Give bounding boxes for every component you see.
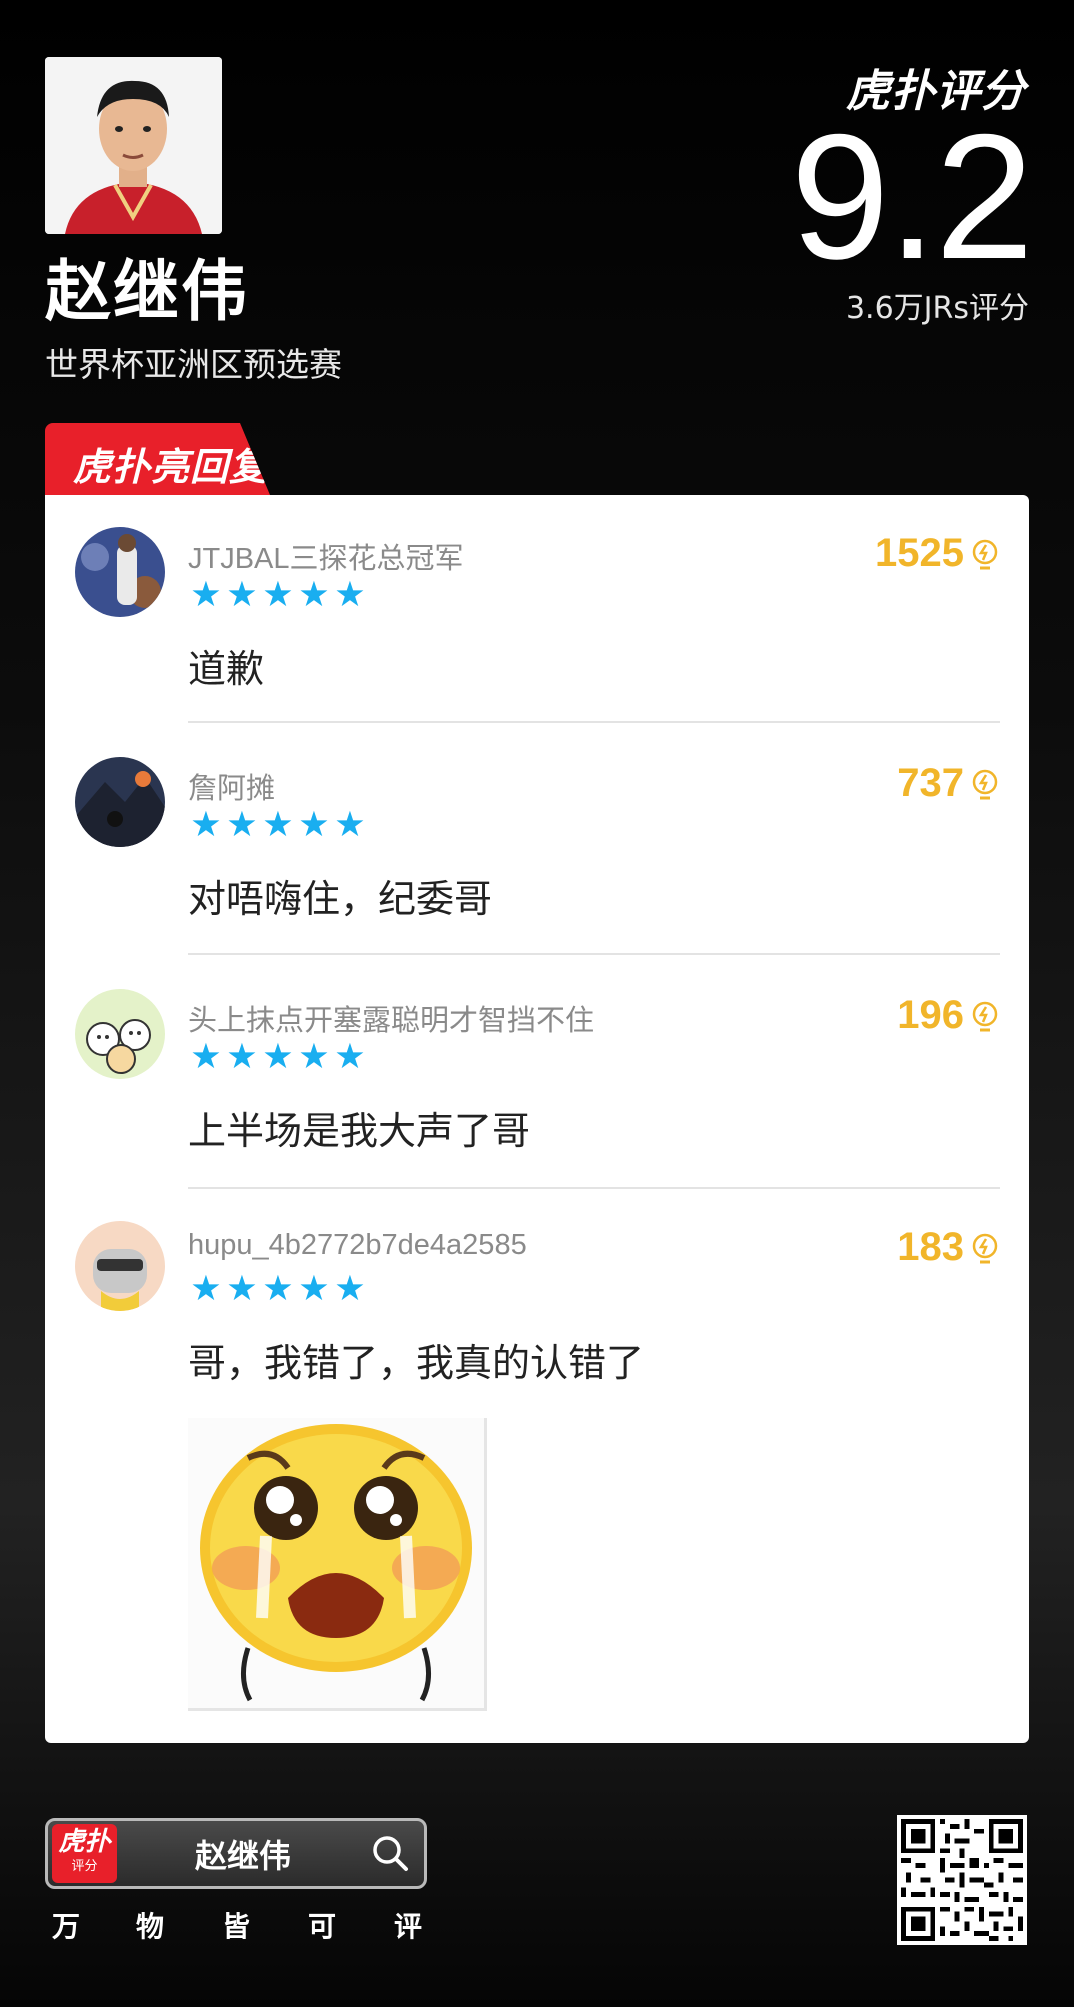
star-icon: ★	[226, 805, 258, 845]
slogan-char: 评	[394, 1910, 423, 1943]
like-count: 1525	[875, 531, 964, 575]
star-icon: ★	[190, 1269, 222, 1309]
star-icon: ★	[298, 805, 330, 845]
qr-code-icon[interactable]	[897, 1815, 1027, 1945]
star-icon: ★	[190, 575, 222, 615]
comment-item[interactable]: 头上抹点开塞露聪明才智挡不住 ★ ★ ★ ★ ★ 上半场是我大声了哥 196	[45, 957, 1029, 1189]
search-query[interactable]: 赵继伟	[195, 1831, 291, 1877]
slogan-char: 万	[52, 1910, 81, 1943]
search-bar[interactable]: 虎扑 评分 赵继伟	[45, 1818, 427, 1889]
search-icon[interactable]	[370, 1833, 410, 1873]
hupu-rating-logo: 虎扑 评分	[52, 1824, 117, 1883]
divider	[188, 953, 1000, 955]
star-icon: ★	[262, 575, 294, 615]
comment-item[interactable]: JTJBAL三探花总冠军 ★ ★ ★ ★ ★ 道歉 1525	[45, 495, 1029, 727]
star-rating: ★ ★ ★ ★ ★	[188, 1269, 368, 1309]
star-icon: ★	[334, 575, 366, 615]
star-icon: ★	[298, 1269, 330, 1309]
user-avatar[interactable]	[75, 989, 165, 1079]
username[interactable]: 头上抹点开塞露聪明才智挡不住	[188, 997, 594, 1039]
star-icon: ★	[334, 805, 366, 845]
section-tab: 虎扑亮回复	[45, 423, 270, 495]
star-icon: ★	[298, 575, 330, 615]
username[interactable]: hupu_4b2772b7de4a2585	[188, 1229, 527, 1262]
comment-item[interactable]: hupu_4b2772b7de4a2585 ★ ★ ★ ★ ★ 哥，我错了，我真的认错了…	[45, 1189, 1029, 1421]
user-avatar[interactable]	[75, 1221, 165, 1311]
star-icon: ★	[190, 805, 222, 845]
star-icon: ★	[262, 1037, 294, 1077]
rating-count: 3.6万JRs评分	[845, 291, 1029, 326]
star-icon: ★	[262, 1269, 294, 1309]
lightbulb-icon[interactable]	[971, 1001, 999, 1035]
user-avatar[interactable]	[75, 757, 165, 847]
slogan-char: 皆	[222, 1910, 251, 1943]
player-name: 赵继伟	[45, 253, 249, 330]
logo-top-text: 虎扑	[58, 1827, 111, 1857]
like-count: 737	[897, 761, 964, 805]
star-icon: ★	[334, 1269, 366, 1309]
star-rating: ★ ★ ★ ★ ★	[188, 1037, 368, 1077]
username[interactable]: 詹阿摊	[188, 765, 275, 807]
comment-text: 对唔嗨住，纪委哥	[188, 877, 493, 921]
star-rating: ★ ★ ★ ★ ★	[188, 805, 368, 845]
star-icon: ★	[298, 1037, 330, 1077]
comment-item[interactable]: 詹阿摊 ★ ★ ★ ★ ★ 对唔嗨住，纪委哥 737	[45, 725, 1029, 957]
slogan: 万 物 皆 可 评	[52, 1905, 432, 1945]
like-count: 196	[897, 993, 964, 1037]
star-icon: ★	[262, 805, 294, 845]
comments-card: JTJBAL三探花总冠军 ★ ★ ★ ★ ★ 道歉 1525 詹阿摊 ★ ★ ★…	[45, 495, 1029, 1743]
lightbulb-icon[interactable]	[971, 1233, 999, 1267]
slogan-char: 可	[308, 1910, 337, 1943]
section-tab-label: 虎扑亮回复	[73, 445, 269, 489]
star-icon: ★	[226, 1037, 258, 1077]
comment-text: 上半场是我大声了哥	[188, 1109, 531, 1153]
comment-text: 道歉	[188, 647, 265, 691]
crying-emoji-sticker[interactable]	[188, 1418, 487, 1711]
username[interactable]: JTJBAL三探花总冠军	[188, 535, 464, 577]
logo-bottom-text: 评分	[71, 1859, 98, 1874]
event-name: 世界杯亚洲区预选赛	[45, 345, 342, 384]
comment-text: 哥，我错了，我真的认错了	[188, 1341, 645, 1385]
slogan-char: 物	[136, 1910, 165, 1943]
star-icon: ★	[226, 1269, 258, 1309]
star-rating: ★ ★ ★ ★ ★	[188, 575, 368, 615]
star-icon: ★	[226, 575, 258, 615]
lightbulb-icon[interactable]	[971, 539, 999, 573]
star-icon: ★	[334, 1037, 366, 1077]
lightbulb-icon[interactable]	[971, 769, 999, 803]
share-card: 赵继伟 世界杯亚洲区预选赛 虎扑评分 9.2 3.6万JRs评分 虎扑亮回复 J…	[0, 0, 1074, 2007]
like-count: 183	[897, 1225, 964, 1269]
player-avatar	[45, 57, 222, 234]
divider	[188, 721, 1000, 723]
user-avatar[interactable]	[75, 527, 165, 617]
rating-score: 9.2	[790, 97, 1034, 296]
star-icon: ★	[190, 1037, 222, 1077]
